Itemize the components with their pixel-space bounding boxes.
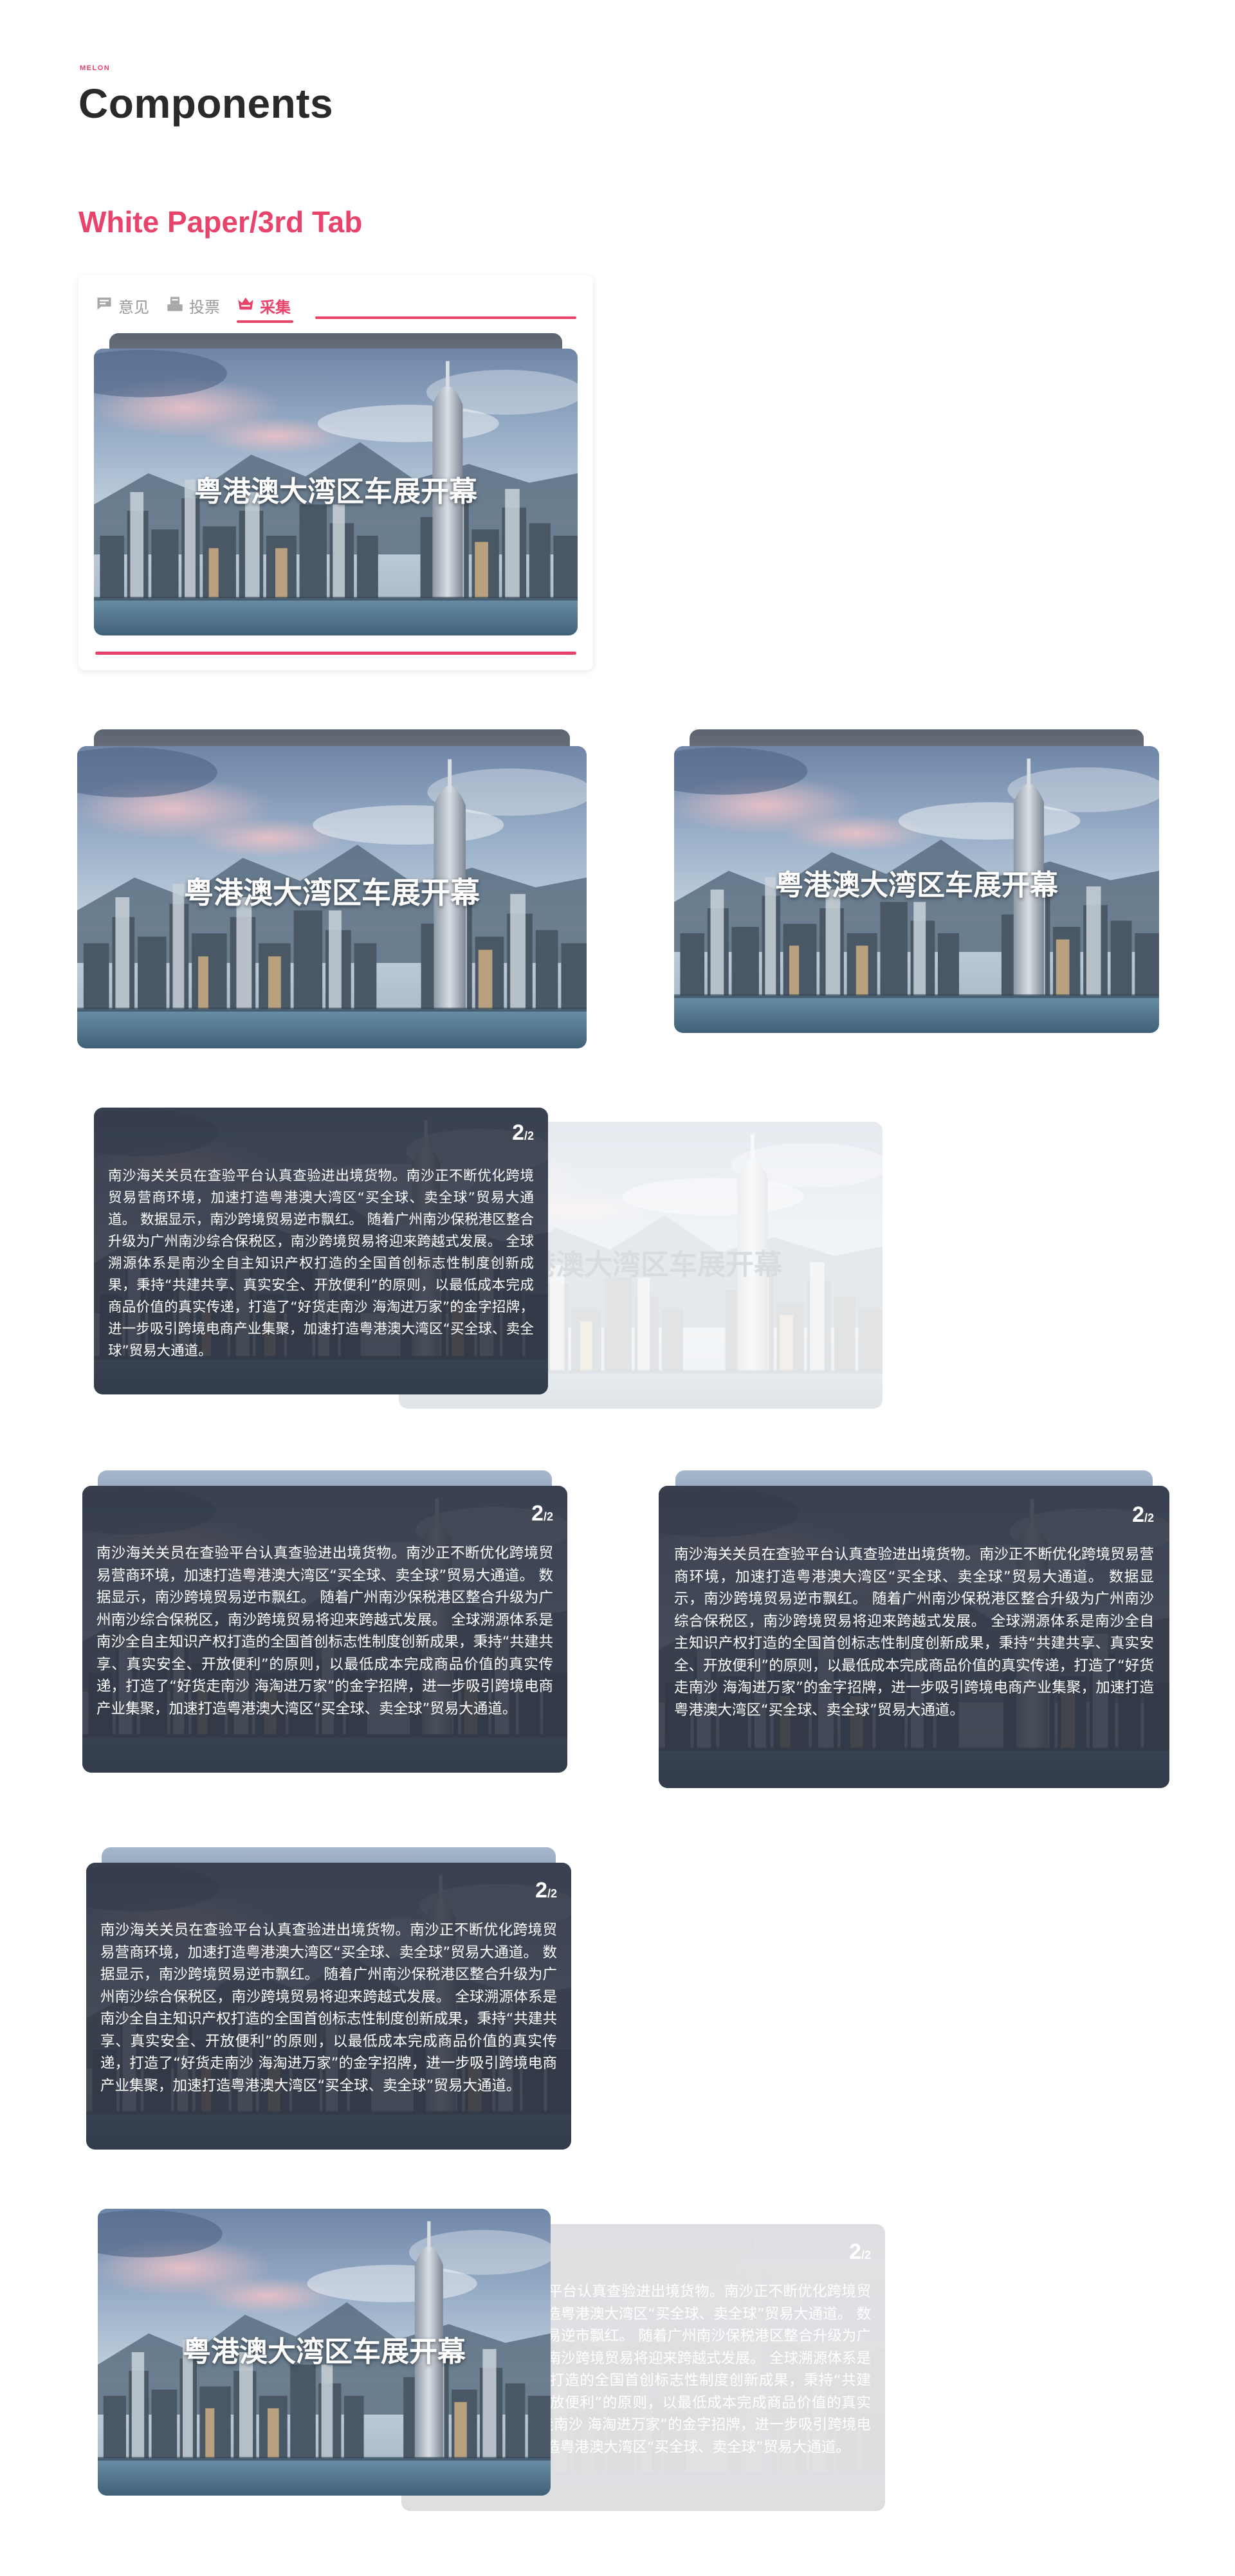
card-stack[interactable]: 粤港澳大湾区车展开幕 — [674, 729, 1159, 1033]
card-body-text: 南沙海关关员在查验平台认真查验进出境货物。南沙正不断优化跨境贸易营商环境，加速打… — [108, 1168, 534, 1359]
page-indicator: 2/2 — [1132, 1503, 1154, 1528]
panel-bottom-rule — [95, 652, 576, 655]
page-total: /2 — [547, 1887, 557, 1900]
tab-label: 采集 — [260, 298, 291, 316]
page-current: 2 — [849, 2240, 861, 2264]
card-stack[interactable]: 2/2 南沙海关关员在查验平台认真查验进出境货物。南沙正不断优化跨境贸易营商环境… — [82, 1470, 567, 1773]
card-headline: 粤港澳大湾区车展开幕 — [184, 875, 480, 910]
page-indicator: 2/2 — [849, 2240, 871, 2265]
card-headline: 粤港澳大湾区车展开幕 — [183, 2335, 466, 2368]
card-stack[interactable]: 粤港澳大湾区车展开幕 — [77, 729, 587, 1048]
card-body-text: 南沙海关关员在查验平台认真查验进出境货物。南沙正不断优化跨境贸易营商环境，加速打… — [674, 1546, 1154, 1719]
text-card[interactable]: 2/2 南沙海关关员在查验平台认真查验进出境货物。南沙正不断优化跨境贸易营商环境… — [659, 1486, 1169, 1788]
crown-basket-icon — [237, 295, 255, 316]
tab-panel: 意见 投票 采集 粤港澳大湾区车展开幕 — [78, 275, 593, 670]
page-current: 2 — [535, 1878, 547, 1903]
page-current: 2 — [512, 1120, 524, 1145]
page-total: /2 — [524, 1129, 534, 1142]
text-card[interactable]: 2/2 南沙海关关员在查验平台认真查验进出境货物。南沙正不断优化跨境贸易营商环境… — [86, 1863, 571, 2150]
card-stack[interactable]: 2/2 南沙海关关员在查验平台认真查验进出境货物。南沙正不断优化跨境贸易营商环境… — [659, 1470, 1169, 1788]
card-headline: 粤港澳大湾区车展开幕 — [194, 475, 477, 508]
tab-collect[interactable]: 采集 — [237, 295, 291, 316]
news-card[interactable]: 粤港澳大湾区车展开幕 — [94, 349, 578, 635]
tab-opinion[interactable]: 意见 — [95, 295, 149, 316]
text-card[interactable]: 2/2 南沙海关关员在查验平台认真查验进出境货物。南沙正不断优化跨境贸易营商环境… — [82, 1486, 567, 1773]
page-indicator: 2/2 — [512, 1120, 534, 1146]
page-current: 2 — [1132, 1503, 1144, 1527]
news-card[interactable]: 粤港澳大湾区车展开幕 — [674, 746, 1159, 1033]
tab-label: 意见 — [118, 298, 149, 316]
card-body-text: 南沙海关关员在查验平台认真查验进出境货物。南沙正不断优化跨境贸易营商环境，加速打… — [100, 1922, 557, 2094]
page-indicator: 2/2 — [535, 1878, 557, 1903]
tab-label: 投票 — [189, 298, 220, 316]
chat-icon — [95, 295, 113, 316]
page-total: /2 — [543, 1510, 553, 1523]
vote-box-icon — [166, 295, 184, 316]
card-body-text: 南沙海关关员在查验平台认真查验进出境货物。南沙正不断优化跨境贸易营商环境，加速打… — [96, 1545, 553, 1717]
news-card[interactable]: 粤港澳大湾区车展开幕 — [98, 2209, 551, 2496]
page-indicator: 2/2 — [531, 1501, 553, 1526]
brand-label: MELON — [80, 64, 111, 72]
card-stack[interactable]: 2/2 南沙海关关员在查验平台认真查验进出境货物。南沙正不断优化跨境贸易营商环境… — [86, 1847, 571, 2150]
tab-rule — [315, 316, 576, 319]
active-tab-indicator — [237, 320, 293, 323]
section-title: White Paper/3rd Tab — [78, 205, 363, 239]
page-current: 2 — [531, 1501, 544, 1526]
page-title: Components — [78, 80, 334, 127]
news-card[interactable]: 粤港澳大湾区车展开幕 — [77, 746, 587, 1048]
page-total: /2 — [861, 2249, 871, 2261]
tab-vote[interactable]: 投票 — [166, 295, 220, 316]
card-stack[interactable]: 粤港澳大湾区车展开幕 — [94, 333, 578, 635]
page-total: /2 — [1144, 1512, 1154, 1524]
text-card[interactable]: 2/2 南沙海关关员在查验平台认真查验进出境货物。南沙正不断优化跨境贸易营商环境… — [94, 1108, 548, 1394]
tab-bar: 意见 投票 采集 — [95, 291, 576, 323]
card-headline: 粤港澳大湾区车展开幕 — [775, 869, 1058, 902]
